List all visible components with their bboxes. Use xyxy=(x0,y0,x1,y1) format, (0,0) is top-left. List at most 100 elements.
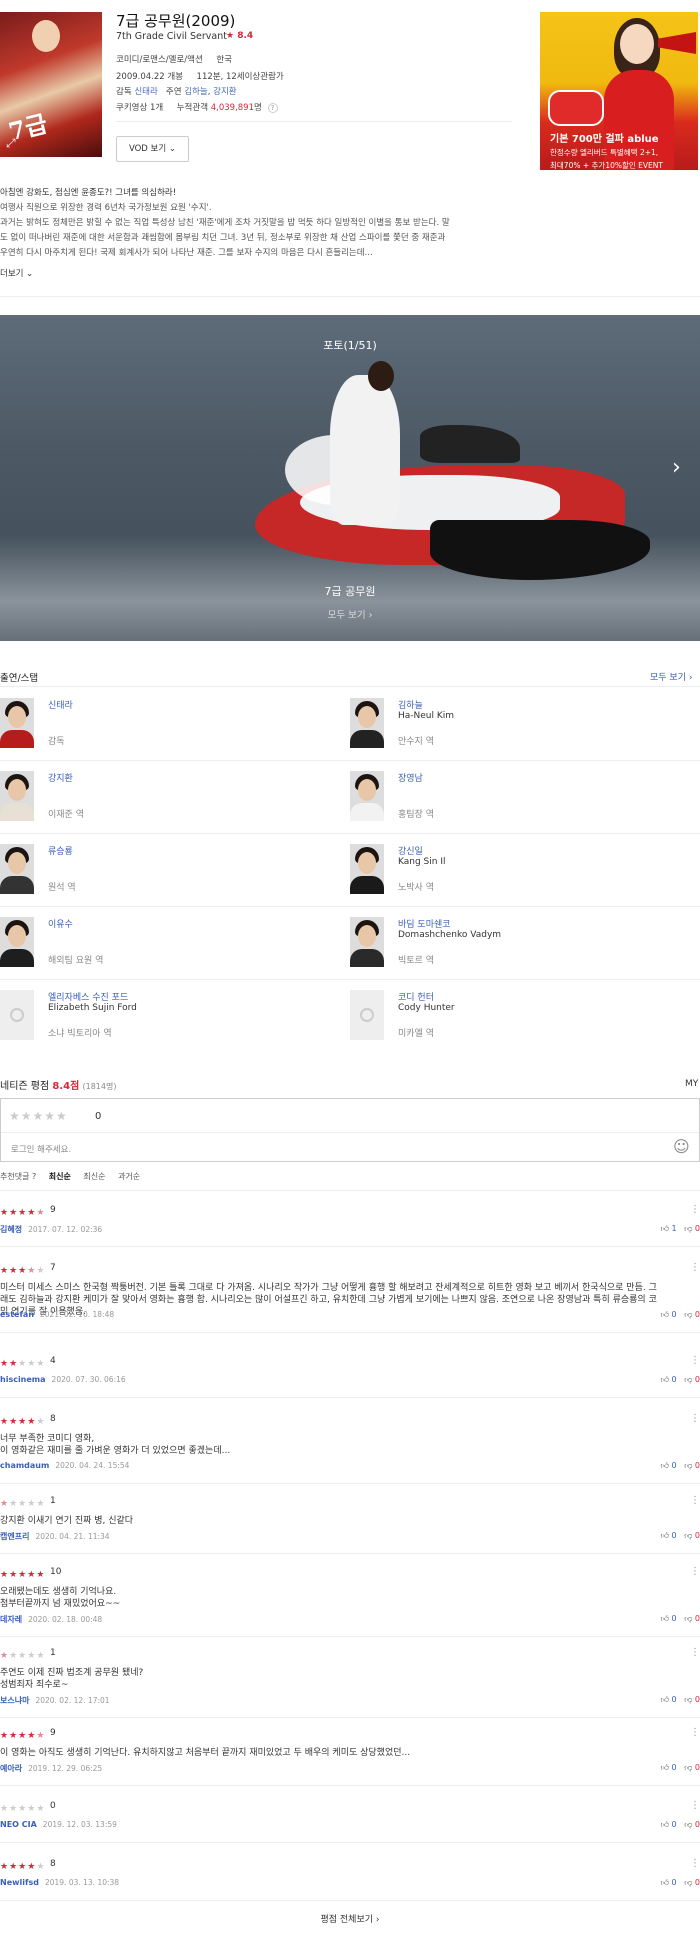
cast-name[interactable]: 장영남 xyxy=(398,771,423,784)
cast-member[interactable]: 신태라감독 xyxy=(0,698,340,758)
lead-link-2[interactable]: 강지환 xyxy=(213,87,236,97)
cast-member[interactable]: 바딤 도마쉔코 Domashchenko Vadym 빅토르 역 xyxy=(350,917,690,977)
thumbs-down-icon[interactable]: 👎︎ xyxy=(684,1375,692,1384)
thumbs-down-icon[interactable]: 👎︎ xyxy=(684,1878,692,1887)
thumbs-up-icon[interactable]: 👍︎ xyxy=(661,1614,669,1623)
cast-name[interactable]: 코디 헌터 xyxy=(398,990,434,1003)
director-link[interactable]: 신태라 xyxy=(134,87,157,97)
more-options-icon[interactable]: ⋮ xyxy=(690,1495,700,1506)
cast-name[interactable]: 강신일 xyxy=(398,844,423,857)
thumbs-down-icon[interactable]: 👎︎ xyxy=(684,1763,692,1772)
photo-carousel[interactable]: 포토(1/51) 7급 공무원 모두 보기 › › xyxy=(0,315,700,641)
cast-role: 미카엘 역 xyxy=(398,1029,434,1039)
star-icon: ★ xyxy=(27,1804,37,1814)
all-reviews-button[interactable]: 평점 전체보기 › xyxy=(0,1912,700,1925)
review-user[interactable]: chamdaum xyxy=(0,1461,49,1470)
cast-photo[interactable] xyxy=(350,698,384,748)
thumbs-down-icon[interactable]: 👎︎ xyxy=(684,1224,692,1233)
cast-member[interactable]: 강지환 이재준 역 xyxy=(0,771,340,831)
thumbs-down-icon[interactable]: 👎︎ xyxy=(684,1820,692,1829)
cast-member[interactable]: 코디 헌터 Cody Hunter 미카엘 역 xyxy=(350,990,690,1050)
cast-name[interactable]: 김하늘 xyxy=(398,698,423,711)
more-options-icon[interactable]: ⋮ xyxy=(690,1647,700,1658)
cast-member[interactable]: 류승룡 원석 역 xyxy=(0,844,340,904)
sort-past[interactable]: 과거순 xyxy=(118,1172,140,1181)
cast-name[interactable]: 엘리자베스 수진 포드 xyxy=(48,990,128,1003)
emoji-icon[interactable]: ☺ xyxy=(673,1137,690,1156)
review-user[interactable]: NEO CIA xyxy=(0,1820,37,1829)
thumbs-up-icon[interactable]: 👍︎ xyxy=(661,1763,669,1772)
review-user[interactable]: Newlifsd xyxy=(0,1878,39,1887)
more-options-icon[interactable]: ⋮ xyxy=(690,1262,700,1273)
cast-photo[interactable] xyxy=(0,990,34,1040)
cast-member[interactable]: 장영남 홍팀장 역 xyxy=(350,771,690,831)
review-votes: 👍︎ 0 👎︎ 0 xyxy=(661,1614,700,1624)
cast-photo[interactable] xyxy=(350,917,384,967)
cast-photo[interactable] xyxy=(350,990,384,1040)
more-options-icon[interactable]: ⋮ xyxy=(690,1727,700,1738)
vod-button[interactable]: VOD 보기 ⌄ xyxy=(116,136,189,162)
more-options-icon[interactable]: ⋮ xyxy=(690,1413,700,1424)
review-user[interactable]: hiscinema xyxy=(0,1375,46,1384)
cast-name[interactable]: 류승룡 xyxy=(48,844,73,857)
cast-name[interactable]: 이유수 xyxy=(48,917,73,930)
cast-name[interactable]: 바딤 도마쉔코 xyxy=(398,917,451,930)
movie-poster[interactable]: 7급 ⤢ xyxy=(0,12,102,157)
more-options-icon[interactable]: ⋮ xyxy=(690,1858,700,1869)
review-user[interactable]: 캡엔프리 xyxy=(0,1532,29,1541)
lead-link-1[interactable]: 김하늘 xyxy=(184,87,207,97)
review-stars: ★★★★★ xyxy=(0,1566,45,1580)
cast-photo[interactable] xyxy=(0,771,34,821)
next-arrow-icon[interactable]: › xyxy=(672,455,681,480)
cast-view-all[interactable]: 모두 보기 › xyxy=(650,670,692,683)
review-user[interactable]: 데자레 xyxy=(0,1615,22,1624)
thumbs-down-icon[interactable]: 👎︎ xyxy=(684,1310,692,1319)
review-user[interactable]: 김혜정 xyxy=(0,1225,22,1234)
more-options-icon[interactable]: ⋮ xyxy=(690,1566,700,1577)
synopsis-more-button[interactable]: 더보기 ⌄ xyxy=(0,267,33,279)
thumbs-up-icon[interactable]: 👍︎ xyxy=(661,1310,669,1319)
thumbs-up-icon[interactable]: 👍︎ xyxy=(661,1461,669,1470)
review-text: 주연도 이제 진짜 법조계 공무원 됐네? 성범죄자 죄수로~ xyxy=(0,1668,144,1690)
review-user[interactable]: 예아라 xyxy=(0,1764,22,1773)
cast-role: 감독 xyxy=(48,737,65,747)
sort-recent[interactable]: 최신순 xyxy=(83,1172,105,1181)
cast-member[interactable]: 이유수 해외팀 요원 역 xyxy=(0,917,340,977)
cast-member[interactable]: 김하늘 Ha-Neul Kim 안수지 역 xyxy=(350,698,690,758)
more-options-icon[interactable]: ⋮ xyxy=(690,1355,700,1366)
sort-recommend[interactable]: 추천댓글 ? xyxy=(0,1172,36,1181)
cast-name[interactable]: 강지환 xyxy=(48,771,73,784)
thumbs-up-icon[interactable]: 👍︎ xyxy=(661,1224,669,1233)
cast-photo[interactable] xyxy=(0,698,34,748)
cast-photo[interactable] xyxy=(0,917,34,967)
star-input[interactable]: ★★★★★ xyxy=(9,1109,68,1123)
cast-member[interactable]: 강신일 Kang Sin Il 노박사 역 xyxy=(350,844,690,904)
review-user[interactable]: estefan xyxy=(0,1310,34,1319)
thumbs-up-icon[interactable]: 👍︎ xyxy=(661,1375,669,1384)
more-options-icon[interactable]: ⋮ xyxy=(690,1800,700,1811)
thumbs-up-icon[interactable]: 👍︎ xyxy=(661,1695,669,1704)
my-ratings-link[interactable]: MY xyxy=(685,1079,698,1089)
cast-photo[interactable] xyxy=(0,844,34,894)
thumbs-up-icon[interactable]: 👍︎ xyxy=(661,1531,669,1540)
cast-photo[interactable] xyxy=(350,771,384,821)
help-icon[interactable]: ? xyxy=(267,103,278,113)
photo-shoulder xyxy=(350,876,384,894)
photo-view-all[interactable]: 모두 보기 › xyxy=(0,607,700,621)
comment-input[interactable]: 로그인 해주세요. xyxy=(11,1143,71,1155)
cast-member[interactable]: 엘리자베스 수진 포드 Elizabeth Sujin Ford 소냐 빅토리아 역 xyxy=(0,990,340,1050)
ad-banner[interactable]: 기본 700만 걸파 ablue 한정수량 엘리버드 특별혜택 2+1, 최대7… xyxy=(540,12,698,170)
more-options-icon[interactable]: ⋮ xyxy=(690,1204,700,1215)
cast-name[interactable]: 신태라 xyxy=(48,698,73,711)
cast-photo[interactable] xyxy=(350,844,384,894)
thumbs-down-icon[interactable]: 👎︎ xyxy=(684,1531,692,1540)
rating-write-box[interactable]: ★★★★★ 0 로그인 해주세요. ☺ xyxy=(0,1098,700,1162)
review-user[interactable]: 보스냐마 xyxy=(0,1696,29,1705)
expand-icon[interactable]: ⤢ xyxy=(6,136,16,151)
thumbs-down-icon[interactable]: 👎︎ xyxy=(684,1461,692,1470)
sort-latest[interactable]: 최신순 xyxy=(49,1172,71,1181)
thumbs-down-icon[interactable]: 👎︎ xyxy=(684,1695,692,1704)
thumbs-up-icon[interactable]: 👍︎ xyxy=(661,1820,669,1829)
thumbs-up-icon[interactable]: 👍︎ xyxy=(661,1878,669,1887)
thumbs-down-icon[interactable]: 👎︎ xyxy=(684,1614,692,1623)
